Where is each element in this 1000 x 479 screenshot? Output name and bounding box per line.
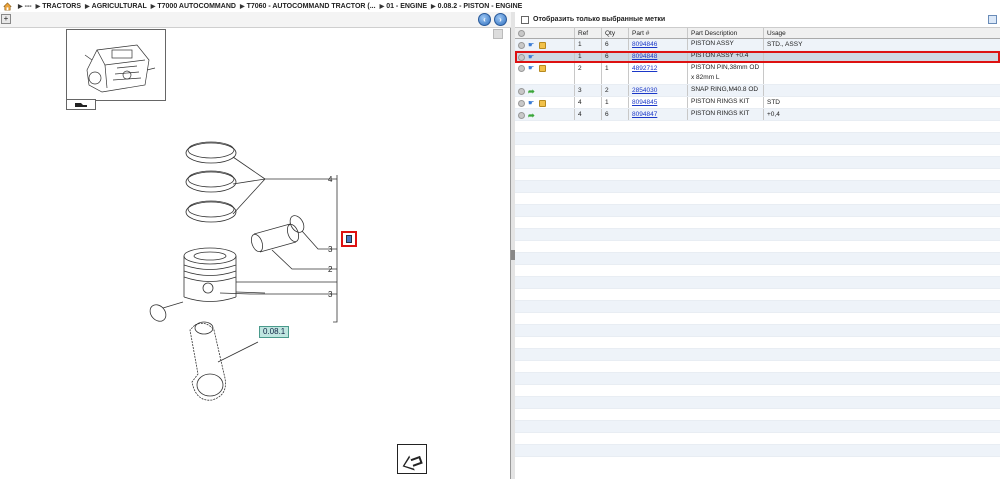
breadcrumb-item[interactable]: ▶ T7000 AUTOCOMMAND <box>151 3 236 10</box>
row-icons: ☛ <box>515 39 575 50</box>
home-icon[interactable] <box>3 2 12 11</box>
hand-icon[interactable]: ☛ <box>528 42 536 49</box>
cell-ref: 1 <box>575 51 602 62</box>
cell-part-link[interactable]: 8094846 <box>629 39 688 50</box>
cell-description: PISTON PIN,38mm OD x 82mm L <box>688 63 764 84</box>
cell-usage: STD <box>767 99 780 106</box>
callout-ref-2[interactable]: 2 <box>328 265 332 274</box>
callout-ref-3[interactable]: 3 <box>328 245 332 254</box>
breadcrumb-item[interactable]: ▶ AGRICULTURAL <box>85 3 147 10</box>
cell-part-link[interactable]: 4892712 <box>629 63 688 84</box>
group-ref-link[interactable]: 0.08.1 <box>259 326 290 338</box>
cell-usage <box>764 85 1000 96</box>
cell-part-link[interactable]: 8094848 <box>629 51 688 62</box>
cell-ref: 2 <box>575 63 602 84</box>
col-ref[interactable]: Ref <box>575 28 602 38</box>
breadcrumb-item[interactable]: ▶ 01 - ENGINE <box>380 3 427 10</box>
cart-icon[interactable] <box>539 42 546 49</box>
cell-ref: 3 <box>575 85 602 96</box>
parts-diagram <box>149 141 338 401</box>
breadcrumb-item: ▶ 0.08.2 - PISTON - ENGINE <box>431 2 523 10</box>
table-row-selected[interactable]: ☛ 1 6 8094848 PISTON ASSY +0.4 <box>515 51 1000 63</box>
row-icons: ☛ <box>515 97 575 108</box>
cell-qty: 1 <box>602 63 629 84</box>
info-icon[interactable] <box>518 42 525 49</box>
breadcrumb-item[interactable]: ▶ --- <box>18 3 32 10</box>
cell-usage: +0,4 <box>767 111 780 118</box>
info-icon[interactable] <box>518 65 525 72</box>
cell-qty: 6 <box>602 39 629 50</box>
callout-ref-3[interactable]: 3 <box>328 290 332 299</box>
row-icons: ☛ <box>515 63 575 84</box>
cell-usage <box>764 63 1000 84</box>
cell-part-link[interactable]: 8094845 <box>629 97 688 108</box>
cart-icon[interactable] <box>539 65 546 72</box>
table-row[interactable]: ☛ 2 1 4892712 PISTON PIN,38mm OD x 82mm … <box>515 63 1000 85</box>
col-part-number[interactable]: Part # <box>629 28 688 38</box>
cell-ref: 4 <box>575 97 602 108</box>
info-icon[interactable] <box>518 112 525 119</box>
selected-part-marker[interactable] <box>341 231 357 247</box>
table-header: Ref Qty Part # Part Description Usage <box>515 28 1000 39</box>
cell-usage: STD., ASSY <box>767 41 803 48</box>
info-icon[interactable] <box>518 30 525 37</box>
hand-icon[interactable]: ☛ <box>528 100 536 107</box>
info-icon[interactable] <box>518 100 525 107</box>
cell-qty: 6 <box>602 109 629 120</box>
info-icon[interactable] <box>518 88 525 95</box>
col-qty[interactable]: Qty <box>602 28 629 38</box>
table-row[interactable]: ➦ 3 2 2854030 SNAP RING,M40.8 OD <box>515 85 1000 97</box>
callout-ref-4[interactable]: 4 <box>328 175 332 184</box>
selected-only-label: Отобразить только выбранные метки <box>533 16 666 23</box>
row-icons: ☛ <box>515 51 575 62</box>
cell-qty: 6 <box>602 51 629 62</box>
row-icons: ➦ <box>515 109 575 120</box>
parts-table: Ref Qty Part # Part Description Usage ☛ … <box>515 28 1000 457</box>
filter-bar: Отобразить только выбранные метки <box>515 12 1000 28</box>
table-row[interactable]: ➦ 4 6 8094847 PISTON RINGS KIT +0,4 <box>515 109 1000 121</box>
cell-usage <box>764 51 1000 62</box>
selected-only-checkbox[interactable] <box>521 15 529 24</box>
breadcrumb: ▶ --- ▶ TRACTORS ▶ AGRICULTURAL ▶ T7000 AUTO… <box>0 0 1000 12</box>
breadcrumb-item[interactable]: ▶ T7060 - AUTOCOMMAND TRACTOR (... <box>240 3 376 10</box>
cell-qty: 2 <box>602 85 629 96</box>
row-icons: ➦ <box>515 85 575 96</box>
cell-description: PISTON RINGS KIT <box>688 109 764 120</box>
col-usage[interactable]: Usage <box>764 28 1000 38</box>
info-icon[interactable] <box>518 54 525 61</box>
parts-list-pane: Отобразить только выбранные метки Ref Qt… <box>515 12 1000 479</box>
col-description[interactable]: Part Description <box>688 28 764 38</box>
breadcrumb-item[interactable]: ▶ TRACTORS <box>36 3 81 10</box>
cart-icon[interactable] <box>539 100 546 107</box>
cell-description: PISTON RINGS KIT <box>688 97 764 108</box>
table-row[interactable]: ☛ 4 1 8094845 PISTON RINGS KIT STD <box>515 97 1000 109</box>
arrow-icon[interactable]: ➦ <box>528 112 536 120</box>
empty-rows <box>515 121 1000 457</box>
cell-part-link[interactable]: 8094847 <box>629 109 688 120</box>
cell-description: SNAP RING,M40.8 OD <box>688 85 764 96</box>
diagram-pane: + ‹ › 4 3 2 3 0.08.1 <box>0 12 511 479</box>
col-icons <box>515 28 575 38</box>
table-row[interactable]: ☛ 1 6 8094846 PISTON ASSY STD., ASSY <box>515 39 1000 51</box>
cell-ref: 4 <box>575 109 602 120</box>
cell-qty: 1 <box>602 97 629 108</box>
hand-icon[interactable]: ☛ <box>528 65 536 72</box>
next-page-icon[interactable] <box>397 444 427 474</box>
cell-description: PISTON ASSY +0.4 <box>688 51 764 62</box>
cell-part-link[interactable]: 2854030 <box>629 85 688 96</box>
cell-ref: 1 <box>575 39 602 50</box>
hand-icon[interactable]: ☛ <box>528 54 536 61</box>
export-icon[interactable] <box>988 15 997 24</box>
arrow-icon[interactable]: ➦ <box>528 88 536 96</box>
cell-description: PISTON ASSY <box>688 39 764 50</box>
